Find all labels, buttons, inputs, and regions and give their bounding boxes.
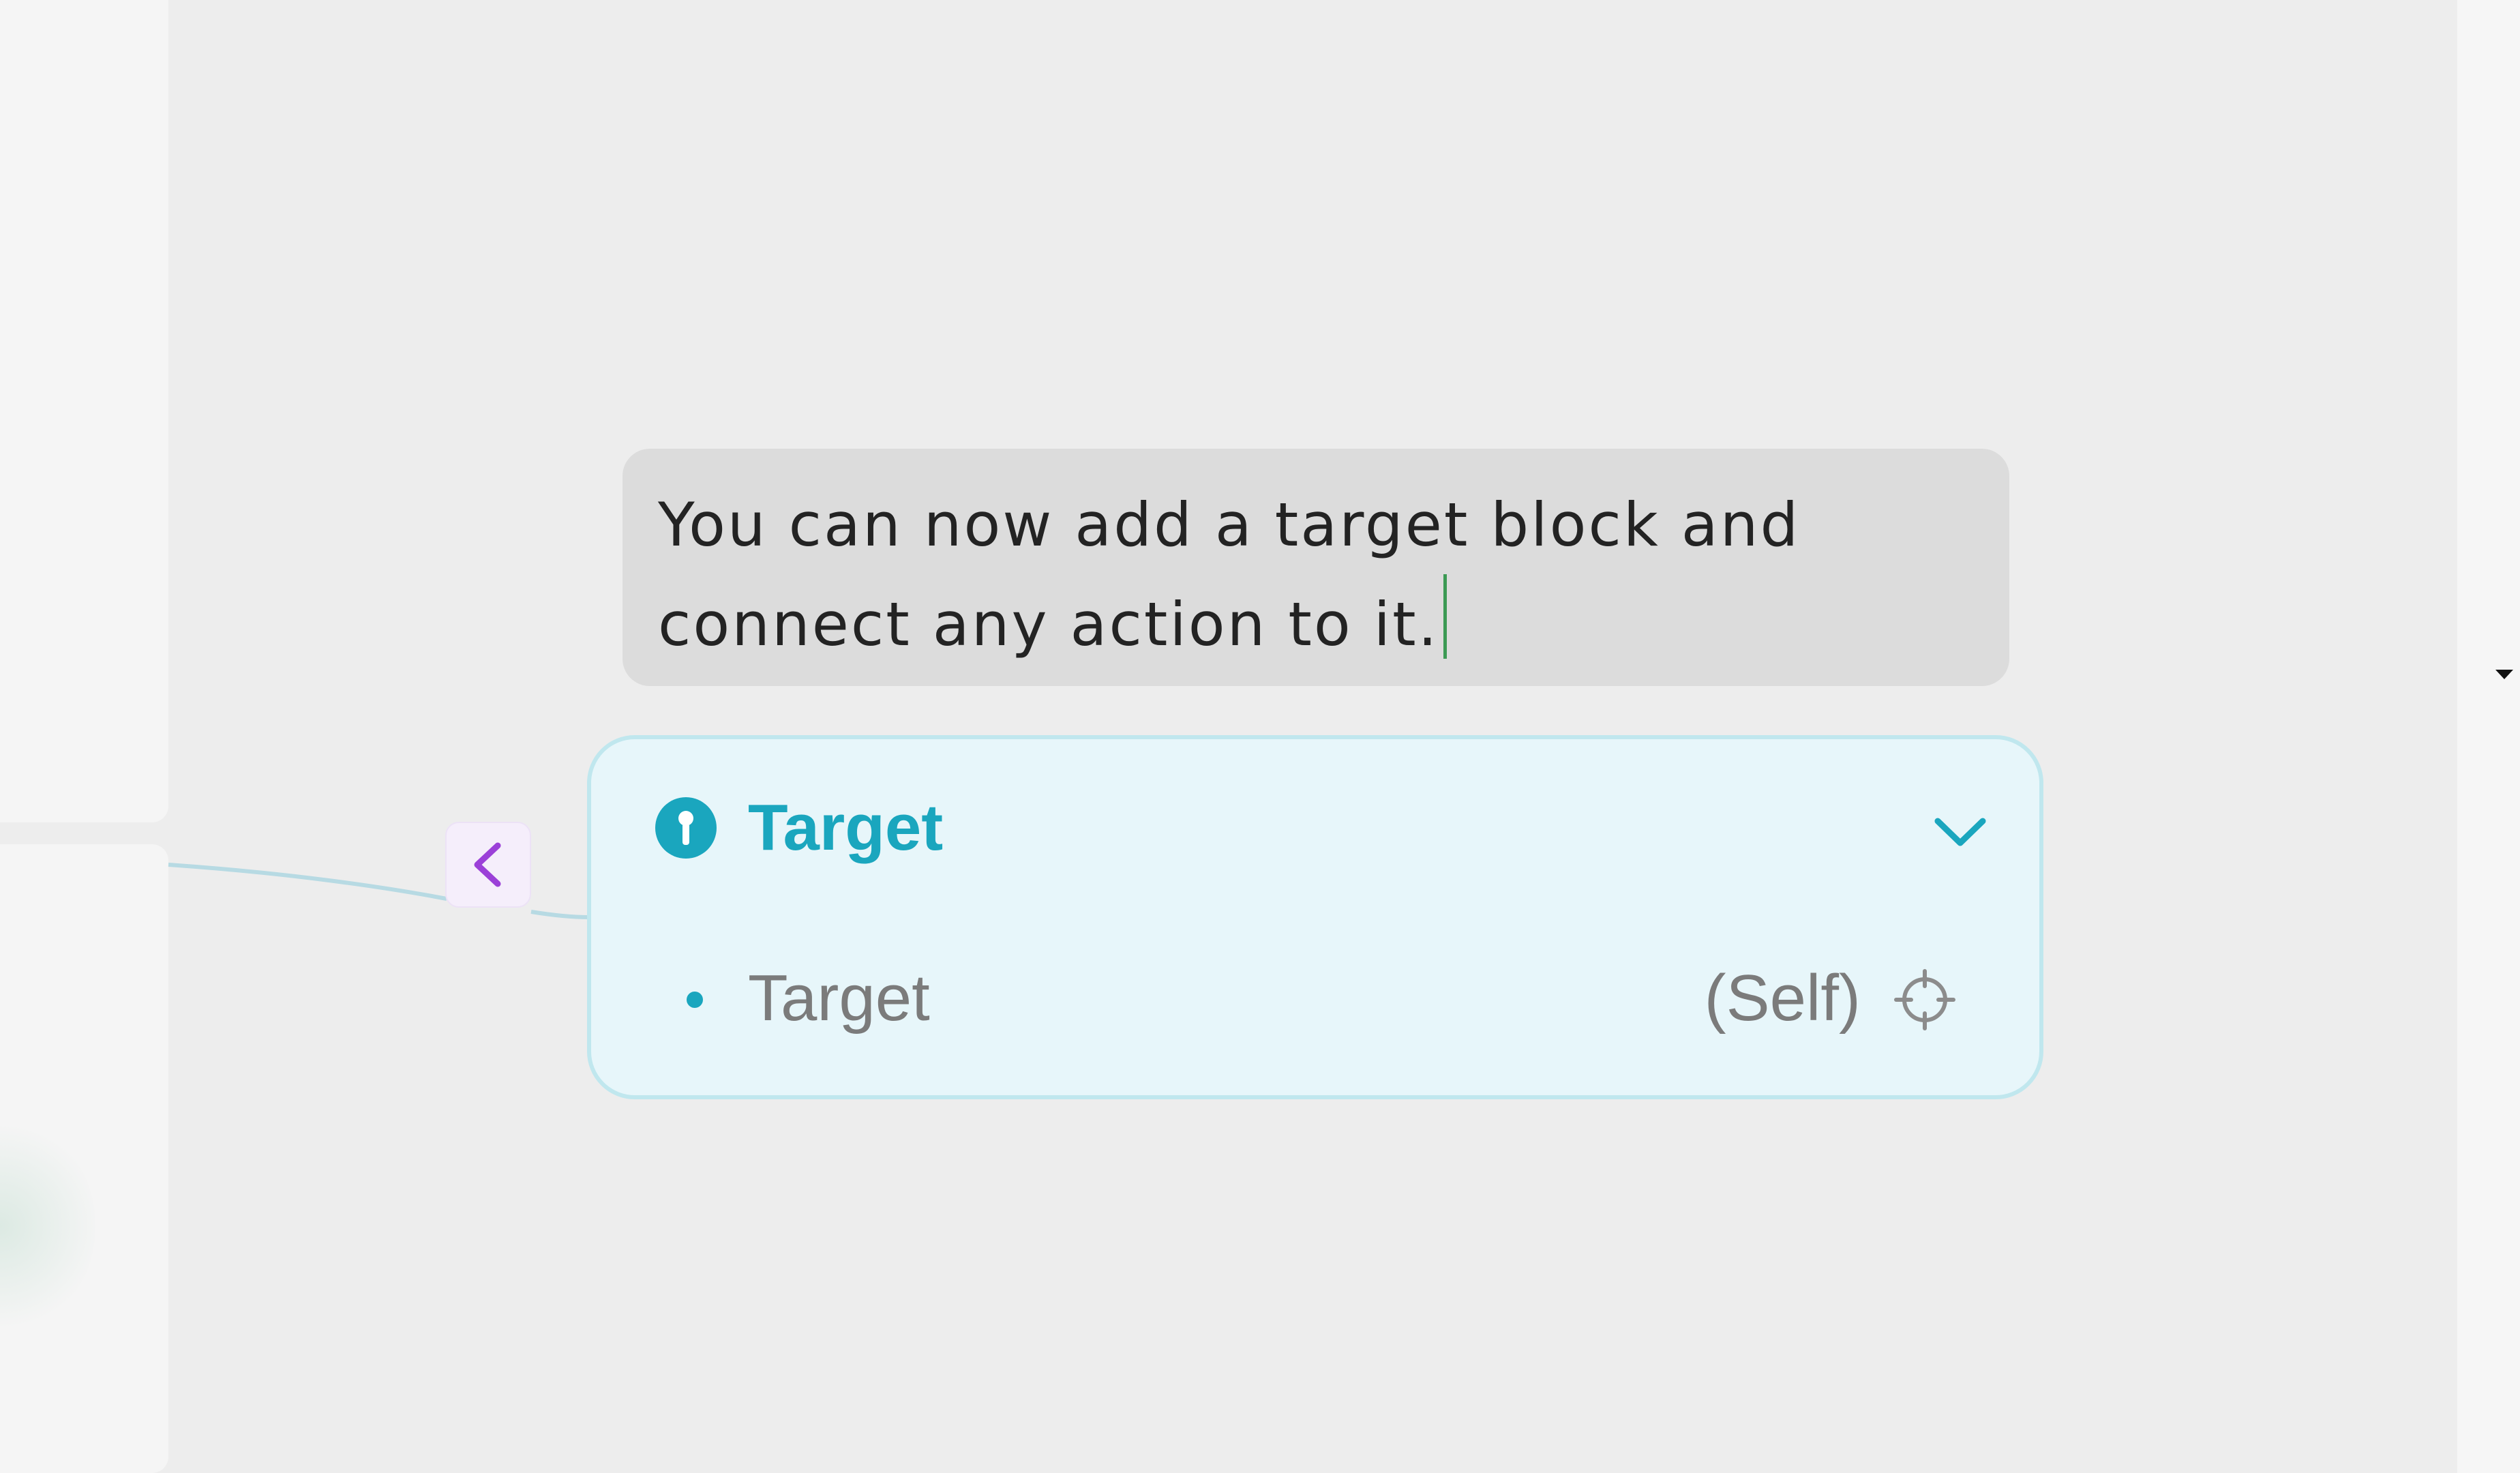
text-cursor [1443,574,1447,659]
right-panel [2457,0,2520,1473]
target-block-header[interactable]: Target [591,739,2039,917]
target-field-row[interactable]: Target (Self) [591,944,2039,1053]
target-info-icon [655,797,717,859]
target-field-label: Target [748,962,930,1035]
dropdown-caret-icon[interactable] [2495,670,2513,679]
target-field-value[interactable]: (Self) [1705,957,1861,1039]
panel-glow [0,1117,95,1335]
target-block-title: Target [748,791,944,864]
crosshair-icon[interactable] [1893,968,1956,1031]
chevron-left-icon [474,842,501,887]
bullet-dot [687,992,703,1008]
comment-text-editor[interactable]: You can now add a target block and conne… [658,476,1974,674]
comment-text: You can now add a target block and conne… [658,490,1801,659]
comment-bubble[interactable]: You can now add a target block and conne… [622,449,2009,686]
left-panel-lower [0,844,168,1473]
chevron-down-icon[interactable] [1923,794,1998,869]
collapse-handle-button[interactable] [445,822,531,908]
target-block[interactable]: Target Target (Self) [587,735,2043,1099]
left-panel-upper [0,0,168,822]
